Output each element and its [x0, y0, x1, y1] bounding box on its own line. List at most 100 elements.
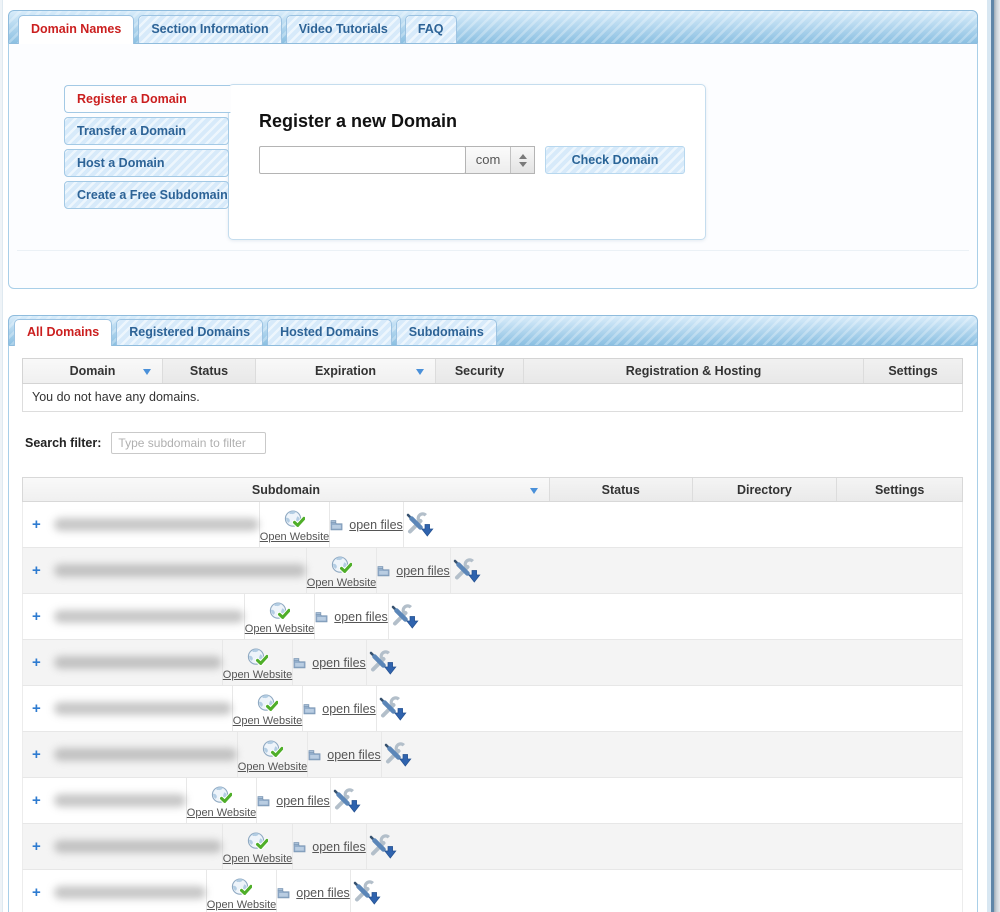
open-files-link[interactable]: open files: [334, 610, 388, 624]
globe-check-icon[interactable]: [262, 740, 283, 760]
globe-check-icon[interactable]: [284, 510, 305, 530]
directory-cell: open files: [293, 824, 367, 869]
col-sub-settings-header[interactable]: Settings: [837, 478, 962, 501]
globe-check-icon[interactable]: [247, 832, 268, 852]
expand-plus-icon[interactable]: +: [32, 516, 41, 533]
globe-check-icon[interactable]: [211, 786, 232, 806]
subdomain-cell: +: [23, 594, 245, 639]
folder-icon: [277, 887, 290, 899]
folder-icon: [257, 795, 270, 807]
col-subdomain-header[interactable]: Subdomain: [23, 478, 550, 501]
open-files-link[interactable]: open files: [327, 748, 381, 762]
tld-selected-value: com: [466, 147, 510, 173]
globe-check-icon[interactable]: [331, 556, 352, 576]
expand-plus-icon[interactable]: +: [32, 884, 41, 901]
globe-check-icon[interactable]: [257, 694, 278, 714]
open-website-link[interactable]: Open Website: [223, 853, 293, 865]
check-domain-button[interactable]: Check Domain: [545, 146, 685, 174]
expand-plus-icon[interactable]: +: [32, 654, 41, 671]
directory-cell: open files: [330, 502, 404, 547]
tools-settings-icon[interactable]: [367, 833, 397, 860]
tab-all-domains[interactable]: All Domains: [14, 319, 112, 346]
globe-check-icon[interactable]: [231, 878, 252, 898]
expand-plus-icon[interactable]: +: [32, 792, 41, 809]
tools-settings-icon[interactable]: [367, 649, 397, 676]
status-cell: Open Website: [238, 732, 309, 777]
tab-registered-domains[interactable]: Registered Domains: [116, 319, 263, 345]
sort-arrow-icon[interactable]: [143, 369, 151, 375]
open-files-link[interactable]: open files: [276, 794, 330, 808]
open-files-link[interactable]: open files: [349, 518, 403, 532]
col-directory-header[interactable]: Directory: [693, 478, 838, 501]
subdomain-cell: +: [23, 732, 238, 777]
open-website-link[interactable]: Open Website: [233, 715, 303, 727]
col-registration-hosting-header[interactable]: Registration & Hosting: [524, 359, 864, 383]
subdomain-row: + Open Website open files: [22, 594, 963, 640]
menu-create-a-free-subdomain[interactable]: Create a Free Subdomain: [64, 181, 229, 209]
expand-plus-icon[interactable]: +: [32, 838, 41, 855]
expand-plus-icon[interactable]: +: [32, 700, 41, 717]
menu-host-a-domain[interactable]: Host a Domain: [64, 149, 229, 177]
col-domain-header[interactable]: Domain: [23, 359, 163, 383]
tools-settings-icon[interactable]: [351, 879, 381, 906]
tab-section-information[interactable]: Section Information: [138, 15, 281, 43]
tools-settings-icon[interactable]: [382, 741, 412, 768]
sort-arrow-icon[interactable]: [416, 369, 424, 375]
tab-domain-names[interactable]: Domain Names: [18, 15, 134, 44]
settings-cell: [367, 824, 397, 869]
expand-plus-icon[interactable]: +: [32, 562, 41, 579]
tools-settings-icon[interactable]: [451, 557, 481, 584]
globe-check-icon[interactable]: [247, 648, 268, 668]
subdomain-cell: +: [23, 502, 260, 547]
menu-register-a-domain[interactable]: Register a Domain: [64, 85, 231, 113]
domain-name-input[interactable]: [259, 146, 466, 174]
tld-spinner[interactable]: [510, 147, 534, 173]
tools-settings-icon[interactable]: [331, 787, 361, 814]
domain-tools-panel: Register a Domain Transfer a Domain Host…: [8, 43, 978, 289]
open-website-link[interactable]: Open Website: [207, 899, 277, 911]
subdomain-cell: +: [23, 686, 233, 731]
open-website-link[interactable]: Open Website: [187, 807, 257, 819]
settings-cell: [351, 870, 381, 912]
directory-cell: open files: [303, 686, 377, 731]
open-files-link[interactable]: open files: [396, 564, 450, 578]
tools-settings-icon[interactable]: [389, 603, 419, 630]
subdomain-row: + Open Website open files: [22, 640, 963, 686]
tld-select[interactable]: com: [465, 146, 535, 174]
tab-video-tutorials[interactable]: Video Tutorials: [286, 15, 401, 43]
domain-tools-menu: Register a Domain Transfer a Domain Host…: [64, 85, 231, 213]
folder-icon: [293, 657, 306, 669]
open-website-link[interactable]: Open Website: [223, 669, 293, 681]
status-cell: Open Website: [260, 502, 331, 547]
open-website-link[interactable]: Open Website: [260, 531, 330, 543]
globe-check-icon[interactable]: [269, 602, 290, 622]
open-files-link[interactable]: open files: [296, 886, 350, 900]
status-cell: Open Website: [223, 824, 294, 869]
tab-subdomains[interactable]: Subdomains: [396, 319, 497, 345]
tools-settings-icon[interactable]: [404, 511, 434, 538]
col-sub-status-header[interactable]: Status: [550, 478, 693, 501]
col-security-header[interactable]: Security: [436, 359, 524, 383]
tab-faq[interactable]: FAQ: [405, 15, 457, 43]
menu-transfer-a-domain[interactable]: Transfer a Domain: [64, 117, 229, 145]
settings-cell: [367, 640, 397, 685]
expand-plus-icon[interactable]: +: [32, 608, 41, 625]
search-filter-input[interactable]: [111, 432, 266, 454]
status-cell: Open Website: [187, 778, 258, 823]
open-website-link[interactable]: Open Website: [307, 577, 377, 589]
spinner-down-icon: [519, 162, 527, 167]
col-settings-header[interactable]: Settings: [864, 359, 962, 383]
open-website-link[interactable]: Open Website: [238, 761, 308, 773]
expand-plus-icon[interactable]: +: [32, 746, 41, 763]
col-status-header[interactable]: Status: [163, 359, 256, 383]
status-cell: Open Website: [245, 594, 316, 639]
open-files-link[interactable]: open files: [322, 702, 376, 716]
open-website-link[interactable]: Open Website: [245, 623, 315, 635]
open-files-link[interactable]: open files: [312, 656, 366, 670]
tools-settings-icon[interactable]: [377, 695, 407, 722]
tab-hosted-domains[interactable]: Hosted Domains: [267, 319, 392, 345]
col-expiration-header[interactable]: Expiration: [256, 359, 436, 383]
domains-panel: All Domains Registered Domains Hosted Do…: [8, 315, 978, 912]
open-files-link[interactable]: open files: [312, 840, 366, 854]
sort-arrow-icon[interactable]: [530, 488, 538, 494]
